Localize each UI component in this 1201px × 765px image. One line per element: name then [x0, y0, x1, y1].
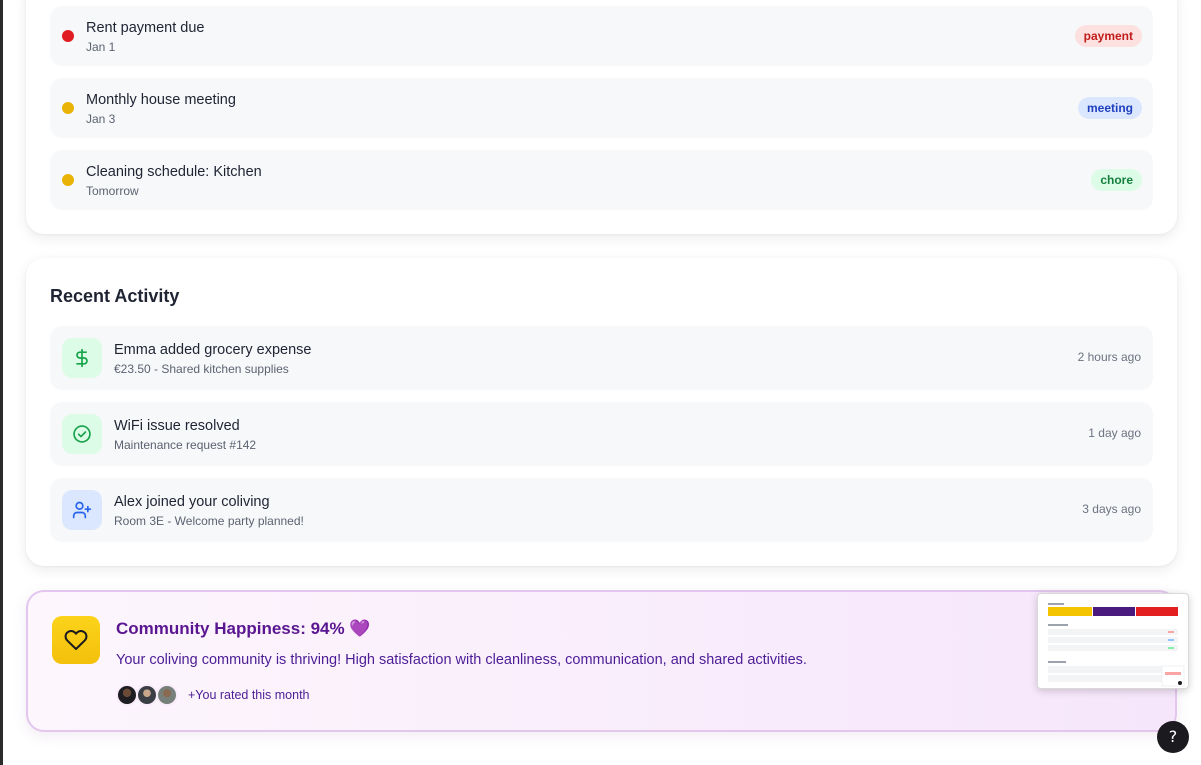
activity-title: Alex joined your coliving: [114, 494, 270, 510]
activity-subtitle: Maintenance request #142: [114, 438, 257, 452]
event-tag: meeting: [1077, 97, 1142, 119]
check-circle-icon: [62, 414, 102, 454]
rated-text: +You rated this month: [188, 688, 310, 702]
left-edge-rule: [0, 0, 3, 765]
activity-title: WiFi issue resolved: [114, 418, 240, 434]
status-dot: [62, 30, 74, 42]
event-item[interactable]: Monthly house meeting Jan 3 meeting: [50, 78, 1153, 138]
activity-item[interactable]: Emma added grocery expense €23.50 - Shar…: [50, 326, 1153, 390]
user-plus-icon: [62, 490, 102, 530]
event-item[interactable]: Rent payment due Jan 1 payment: [50, 6, 1153, 66]
event-date: Tomorrow: [86, 184, 139, 198]
status-dot: [62, 102, 74, 114]
happiness-title: Community Happiness: 94% 💜: [116, 619, 371, 638]
activity-time: 2 hours ago: [1077, 350, 1141, 364]
status-dot: [62, 174, 74, 186]
activity-subtitle: Room 3E - Welcome party planned!: [114, 514, 304, 528]
page-preview-thumbnail[interactable]: [1037, 593, 1189, 689]
happiness-description: Your coliving community is thriving! Hig…: [116, 652, 807, 668]
activity-time: 1 day ago: [1088, 426, 1141, 440]
heart-icon: [52, 616, 100, 664]
avatar: [116, 684, 138, 706]
event-title: Rent payment due: [86, 20, 205, 36]
activity-item[interactable]: WiFi issue resolved Maintenance request …: [50, 402, 1153, 466]
event-tag: chore: [1091, 169, 1142, 191]
event-date: Jan 1: [86, 40, 116, 54]
recent-activity-card: Recent Activity Emma added grocery expen…: [26, 258, 1177, 566]
activity-title: Emma added grocery expense: [114, 342, 312, 358]
activity-item[interactable]: Alex joined your coliving Room 3E - Welc…: [50, 478, 1153, 542]
avatar: [156, 684, 178, 706]
activity-time: 3 days ago: [1082, 502, 1141, 516]
event-tag: payment: [1074, 25, 1142, 47]
event-title: Monthly house meeting: [86, 92, 236, 108]
avatar: [136, 684, 158, 706]
community-happiness-card: Community Happiness: 94% 💜 Your coliving…: [26, 590, 1177, 732]
event-title: Cleaning schedule: Kitchen: [86, 164, 262, 180]
upcoming-events-card: Rent payment due Jan 1 payment Monthly h…: [26, 0, 1177, 234]
dollar-icon: [62, 338, 102, 378]
help-button[interactable]: ?: [1157, 721, 1189, 753]
event-item[interactable]: Cleaning schedule: Kitchen Tomorrow chor…: [50, 150, 1153, 210]
section-title: Recent Activity: [50, 286, 180, 306]
event-date: Jan 3: [86, 112, 116, 126]
activity-subtitle: €23.50 - Shared kitchen supplies: [114, 362, 289, 376]
